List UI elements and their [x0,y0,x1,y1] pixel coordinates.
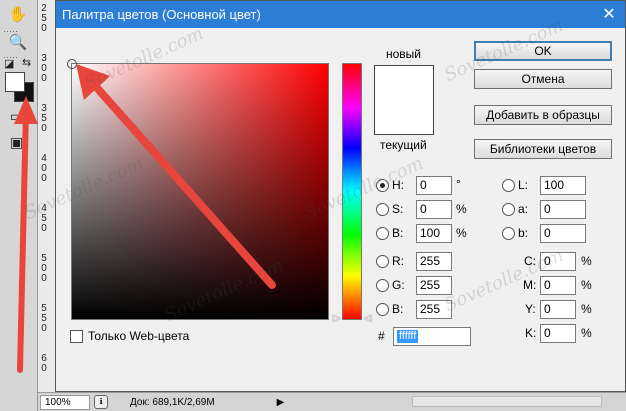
k-input[interactable]: 0 [540,324,576,343]
blue-input[interactable]: 255 [416,300,452,319]
y-input[interactable]: 0 [540,300,576,319]
s-label: S: [392,202,404,216]
radio-s[interactable] [376,203,389,216]
current-color-label: текущий [380,138,427,152]
m-unit: % [581,278,592,292]
s-input[interactable]: 0 [416,200,452,219]
new-color-label: новый [386,47,422,61]
m-input[interactable]: 0 [540,276,576,295]
color-picker-handle[interactable] [67,59,77,69]
ruler-label: 500 [41,253,47,284]
zoom-icon[interactable]: 🔍 [7,32,29,52]
k-label: K: [525,326,537,340]
lab-b-label: b: [518,226,529,240]
radio-blue[interactable] [376,303,389,316]
h-unit: ° [456,177,461,191]
web-only-checkbox[interactable] [70,330,83,343]
foreground-color-swatch[interactable] [5,72,25,92]
radio-l[interactable] [502,179,515,192]
ok-button[interactable]: OK [474,41,612,61]
r-label: R: [392,254,404,268]
hue-slider-right-handle[interactable]: ◁ [364,313,372,324]
y-unit: % [581,302,592,316]
radio-g[interactable] [376,279,389,292]
b-label: B: [392,226,404,240]
dialog-title: Палитра цветов (Основной цвет) [62,7,261,22]
ruler-label: 350 [41,103,47,134]
hex-label: # [378,329,385,343]
a-input[interactable]: 0 [540,200,586,219]
r-input[interactable]: 255 [416,252,452,271]
color-picker-dialog: Палитра цветов (Основной цвет) ✕ ▷ ◁ нов… [55,0,626,392]
blue-label: B: [392,302,404,316]
lab-b-input[interactable]: 0 [540,224,586,243]
l-input[interactable]: 100 [540,176,586,195]
c-input[interactable]: 0 [540,252,576,271]
m-label: M: [523,278,537,292]
zoom-level-field[interactable]: 100% [40,394,90,410]
document-info: Док: 689,1K/2,69M [130,396,215,408]
g-input[interactable]: 255 [416,276,452,295]
h-input[interactable]: 0 [416,176,452,195]
s-unit: % [456,202,467,216]
hue-slider-left-handle[interactable]: ▷ [333,313,341,324]
radio-lab-b[interactable] [502,227,515,240]
quick-mask-icon[interactable]: ▭ [10,108,23,125]
color-libraries-button[interactable]: Библиотеки цветов [474,139,612,159]
screen-mode-icon[interactable]: ▣ [10,134,23,151]
add-to-swatches-button[interactable]: Добавить в образцы [474,105,612,125]
b-unit: % [456,226,467,240]
tools-panel: ✋ ····· 🔍 ····· ◪ ⇆ ▭ ▣ [0,0,38,411]
b-input[interactable]: 100 [416,224,452,243]
g-label: G: [392,278,405,292]
ruler-label: 450 [41,203,47,234]
radio-h[interactable] [376,179,389,192]
hand-icon[interactable]: ✋ [7,4,29,24]
ruler-label: 250 [41,3,47,34]
radio-b[interactable] [376,227,389,240]
a-label: a: [518,202,529,216]
c-label: C: [524,254,536,268]
k-unit: % [581,326,592,340]
horizontal-scrollbar[interactable] [412,396,602,407]
vertical-ruler: 250 300 350 400 450 500 550 60 [38,0,56,392]
status-menu-arrow-icon[interactable]: ▶ [277,397,285,408]
default-colors-icon[interactable]: ◪ [4,57,14,70]
close-icon[interactable]: ✕ [599,1,619,28]
web-only-label: Только Web-цвета [88,329,190,343]
swap-colors-icon[interactable]: ⇆ [22,56,31,69]
h-label: H: [392,178,404,192]
hue-slider[interactable] [342,63,362,320]
l-label: L: [518,178,529,192]
dialog-titlebar: Палитра цветов (Основной цвет) ✕ [56,1,625,28]
saturation-brightness-field[interactable] [67,59,329,320]
ruler-label: 300 [41,53,47,84]
status-bar: 100% ℹ Док: 689,1K/2,69M ▶ [38,392,626,411]
hex-input[interactable]: ffffff [393,327,471,346]
c-unit: % [581,254,592,268]
hex-value: ffffff [397,330,419,343]
status-info-icon[interactable]: ℹ [94,395,108,409]
ruler-label: 400 [41,153,47,184]
cancel-button[interactable]: Отмена [474,69,612,89]
color-preview [374,65,434,135]
radio-r[interactable] [376,255,389,268]
radio-a[interactable] [502,203,515,216]
ruler-label: 550 [41,303,47,334]
ruler-label: 60 [41,353,47,374]
y-label: Y: [525,302,536,316]
